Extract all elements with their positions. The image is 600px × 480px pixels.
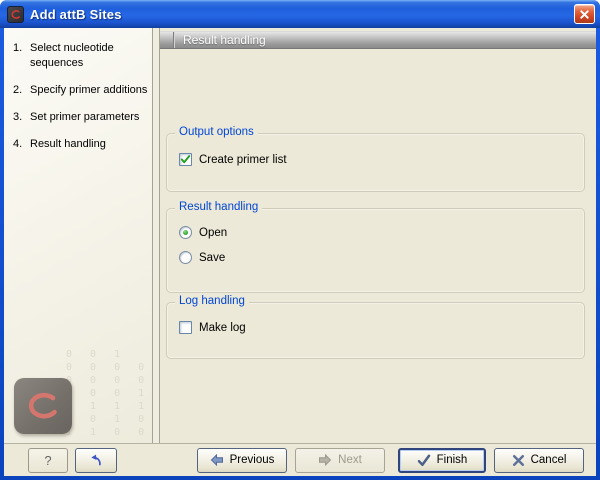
finish-label: Finish (437, 454, 468, 466)
step-specify-primer-additions: 2. Specify primer additions (13, 83, 150, 98)
previous-label: Previous (230, 454, 275, 466)
finish-button[interactable]: Finish (398, 448, 486, 473)
group-legend: Result handling (175, 201, 262, 213)
window-title: Add attB Sites (30, 7, 122, 22)
open-radio-row[interactable]: Open (179, 226, 584, 239)
group-log-handling: Log handling Make log (166, 302, 585, 359)
step-label: Select nucleotide sequences (30, 41, 150, 71)
group-legend: Log handling (175, 295, 249, 307)
step-number: 1. (13, 41, 30, 71)
binary-watermark: 0 0 1 0 0 0 0 0 0 0 0 1 0 0 1 1 1 1 1 1 … (66, 348, 150, 439)
undo-arrow-icon (89, 453, 104, 467)
step-result-handling: 4. Result handling (13, 137, 150, 152)
help-button[interactable]: ? (28, 448, 68, 473)
window-frame: 1. Select nucleotide sequences 2. Specif… (0, 28, 600, 480)
group-output-options: Output options Create primer list (166, 133, 585, 192)
step-label: Set primer parameters (30, 110, 150, 125)
button-bar: ? Previous (4, 443, 596, 476)
main-pane: Result handling Output options (160, 28, 596, 443)
step-label: Specify primer additions (30, 83, 150, 98)
radio-label: Open (199, 227, 227, 239)
checkbox-label: Create primer list (199, 154, 287, 166)
step-header-title: Result handling (174, 33, 266, 47)
next-button[interactable]: Next (295, 448, 385, 473)
cancel-label: Cancel (531, 454, 567, 466)
titlebar[interactable]: Add attB Sites (0, 0, 600, 28)
help-label: ? (44, 453, 51, 468)
step-label: Result handling (30, 137, 150, 152)
clc-crescent-icon (22, 386, 64, 426)
step-set-primer-parameters: 3. Set primer parameters (13, 110, 150, 125)
wizard-steps-sidebar: 1. Select nucleotide sequences 2. Specif… (4, 28, 152, 443)
make-log-checkbox[interactable] (179, 321, 192, 334)
clc-logo-icon (7, 6, 24, 23)
check-icon (417, 454, 431, 467)
close-button[interactable] (574, 4, 595, 24)
make-log-row[interactable]: Make log (179, 321, 584, 334)
step-number: 4. (13, 137, 30, 152)
wizard-dialog: Add attB Sites 1. Select nucleotide sequ… (0, 0, 600, 480)
create-primer-list-checkbox[interactable] (179, 153, 192, 166)
previous-button[interactable]: Previous (197, 448, 287, 473)
checkbox-label: Make log (199, 322, 246, 334)
step-select-nucleotide-sequences: 1. Select nucleotide sequences (13, 41, 150, 71)
step-header-bar: Result handling (160, 31, 596, 49)
cancel-button[interactable]: Cancel (494, 448, 584, 473)
header-grip (160, 32, 174, 48)
group-result-handling: Result handling Open Save (166, 208, 585, 293)
save-radio-row[interactable]: Save (179, 251, 584, 264)
close-icon (579, 9, 590, 20)
clc-logo-badge (14, 378, 72, 434)
open-radio[interactable] (179, 226, 192, 239)
radio-label: Save (199, 252, 225, 264)
create-primer-list-row[interactable]: Create primer list (179, 153, 584, 166)
x-icon (512, 454, 525, 467)
group-legend: Output options (175, 126, 258, 138)
reset-button[interactable] (75, 448, 117, 473)
check-icon (180, 154, 191, 165)
arrow-left-icon (210, 454, 224, 466)
step-number: 2. (13, 83, 30, 98)
pane-divider (152, 28, 160, 443)
arrow-right-icon (318, 454, 332, 466)
step-number: 3. (13, 110, 30, 125)
save-radio[interactable] (179, 251, 192, 264)
next-label: Next (338, 454, 362, 466)
